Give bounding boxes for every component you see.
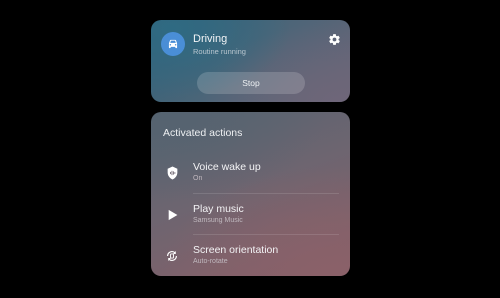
action-subtitle: Auto-rotate (193, 258, 228, 265)
routine-card: Driving Routine running Stop (151, 20, 350, 102)
play-icon (165, 208, 179, 222)
action-play-music[interactable]: Play music Samsung Music (151, 198, 350, 236)
divider (193, 234, 339, 235)
voice-wake-icon (165, 166, 179, 180)
actions-heading: Activated actions (163, 127, 243, 139)
action-subtitle: On (193, 175, 203, 182)
car-icon (161, 32, 185, 56)
rotate-icon (165, 249, 179, 263)
action-title: Play music (193, 203, 244, 215)
action-screen-orientation[interactable]: Screen orientation Auto-rotate (151, 239, 350, 276)
action-title: Screen orientation (193, 244, 279, 256)
action-subtitle: Samsung Music (193, 217, 243, 224)
stop-button[interactable]: Stop (197, 72, 305, 94)
action-voice-wake-up[interactable]: Voice wake up On (151, 156, 350, 194)
routine-status: Routine running (193, 47, 246, 56)
action-title: Voice wake up (193, 161, 261, 173)
gear-icon[interactable] (328, 33, 341, 46)
routine-title: Driving (193, 33, 228, 45)
divider (193, 193, 339, 194)
activated-actions-card: Activated actions Voice wake up On Play … (151, 112, 350, 276)
